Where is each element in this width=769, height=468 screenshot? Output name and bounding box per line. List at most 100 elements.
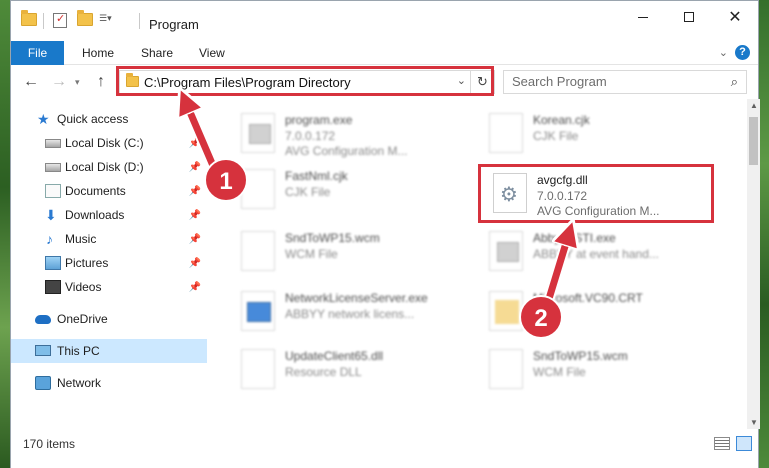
file-name: SndToWP15.wcm: [285, 231, 380, 245]
network-icon: [35, 376, 51, 390]
exe-icon: [489, 231, 523, 271]
sidebar-item-label: Videos: [65, 280, 102, 294]
sidebar-item-this-pc[interactable]: This PC: [11, 339, 207, 363]
sidebar-item-videos[interactable]: Videos 📌: [11, 275, 207, 299]
pictures-icon: [45, 256, 61, 270]
help-icon[interactable]: ?: [735, 45, 750, 60]
sidebar-item-pictures[interactable]: Pictures 📌: [11, 251, 207, 275]
vertical-scrollbar[interactable]: ▲ ▼: [747, 99, 760, 429]
pin-icon[interactable]: 📌: [189, 282, 201, 293]
pin-icon[interactable]: 📌: [189, 138, 201, 149]
file-item[interactable]: Microsoft.VC90.CRT: [489, 287, 729, 335]
sidebar-item-local-disk-c[interactable]: Local Disk (C:) 📌: [11, 131, 207, 155]
file-icon: [489, 113, 523, 153]
file-icon: [241, 349, 275, 389]
sidebar-item-onedrive[interactable]: OneDrive: [11, 307, 207, 331]
file-item[interactable]: SndToWP15.wcm WCM File: [489, 345, 729, 393]
film-strip-icon: [45, 280, 61, 294]
music-note-icon: ♪: [46, 231, 53, 247]
sidebar-item-label: This PC: [57, 344, 100, 358]
window-title: Program: [149, 17, 199, 32]
quick-access-folder-icon[interactable]: [21, 10, 37, 26]
tiles-view-icon[interactable]: [736, 436, 752, 451]
star-icon: ★: [37, 111, 50, 127]
up-arrow-icon[interactable]: ↑: [97, 73, 105, 91]
file-description: ABBYY at event hand...: [533, 247, 659, 261]
recent-locations-chevron-icon[interactable]: ▾: [75, 77, 80, 88]
sidebar-item-label: Music: [65, 232, 97, 246]
file-name: Microsoft.VC90.CRT: [533, 291, 643, 305]
file-item[interactable]: AbbyyASTI.exe ABBYY at event hand...: [489, 227, 729, 275]
sidebar-item-quick-access[interactable]: ★ Quick access: [11, 107, 207, 131]
file-name: NetworkLicenseServer.exe: [285, 291, 428, 305]
sidebar-item-network[interactable]: Network: [11, 371, 207, 395]
file-icon: [241, 169, 275, 209]
desktop-background-left: [0, 0, 10, 468]
sidebar-item-music[interactable]: ♪ Music 📌: [11, 227, 207, 251]
pin-icon[interactable]: 📌: [189, 234, 201, 245]
file-item[interactable]: SndToWP15.wcm WCM File: [241, 227, 481, 275]
back-arrow-icon[interactable]: ←: [23, 73, 39, 91]
sidebar-item-label: Quick access: [57, 112, 129, 126]
sidebar-item-local-disk-d[interactable]: Local Disk (D:) 📌: [11, 155, 207, 179]
forward-arrow-icon[interactable]: →: [51, 73, 67, 91]
address-bar-highlight: [116, 66, 494, 96]
details-view-icon[interactable]: [714, 437, 730, 450]
search-box[interactable]: ⌕: [503, 70, 747, 94]
file-name: SndToWP15.wcm: [533, 349, 628, 363]
pin-icon[interactable]: 📌: [189, 162, 201, 173]
minimize-icon: [638, 16, 648, 18]
tab-file[interactable]: File: [11, 41, 64, 65]
file-description: ABBYY network licens...: [285, 307, 415, 321]
customize-toolbar-icon[interactable]: ☰▾: [99, 13, 121, 24]
file-item[interactable]: NetworkLicenseServer.exe ABBYY network l…: [241, 287, 481, 335]
file-type: Resource DLL: [285, 365, 362, 379]
navigation-pane: ★ Quick access Local Disk (C:) 📌 Local D…: [11, 99, 207, 429]
exe-icon: [241, 113, 275, 153]
file-list: program.exe 7.0.0.172 AVG Configuration …: [207, 99, 747, 429]
expand-ribbon-icon[interactable]: ⌄: [719, 46, 728, 59]
file-name: Korean.cjk: [533, 113, 590, 127]
maximize-icon: [684, 12, 694, 22]
tab-home[interactable]: Home: [82, 41, 114, 65]
file-item[interactable]: UpdateClient65.dll Resource DLL: [241, 345, 481, 393]
sidebar-item-label: Local Disk (D:): [65, 160, 144, 174]
file-version: 7.0.0.172: [285, 129, 336, 143]
drive-icon: [45, 139, 61, 148]
file-description: AVG Configuration M...: [285, 144, 408, 158]
file-item[interactable]: Korean.cjk CJK File: [489, 109, 729, 157]
scroll-up-icon[interactable]: ▲: [750, 101, 758, 110]
tab-share[interactable]: Share: [141, 41, 173, 65]
sidebar-item-downloads[interactable]: ⬇ Downloads 📌: [11, 203, 207, 227]
file-name: UpdateClient65.dll: [285, 349, 384, 363]
pin-icon[interactable]: 📌: [189, 186, 201, 197]
close-icon: ✕: [728, 9, 742, 26]
pin-icon[interactable]: 📌: [189, 210, 201, 221]
search-input[interactable]: [512, 74, 712, 89]
sidebar-item-documents[interactable]: Documents 📌: [11, 179, 207, 203]
file-type: WCM File: [533, 365, 586, 379]
app-icon: [241, 291, 275, 331]
close-button[interactable]: ✕: [712, 1, 758, 33]
search-icon[interactable]: ⌕: [731, 74, 738, 90]
title-bar: ☰▾ Program ✕: [11, 1, 758, 41]
scrollbar-thumb[interactable]: [749, 117, 758, 165]
maximize-button[interactable]: [666, 1, 712, 33]
tab-view[interactable]: View: [199, 41, 225, 65]
documents-icon: [45, 184, 61, 198]
new-folder-icon[interactable]: [77, 10, 93, 26]
sidebar-item-label: Pictures: [65, 256, 109, 270]
file-item[interactable]: FastNml.cjk CJK File: [241, 165, 481, 213]
sidebar-item-label: OneDrive: [57, 312, 108, 326]
scroll-down-icon[interactable]: ▼: [750, 418, 758, 427]
file-name: AbbyyASTI.exe: [533, 231, 616, 245]
pin-icon[interactable]: 📌: [189, 258, 201, 269]
ribbon-tabs: File Home Share View ⌄ ?: [11, 41, 758, 65]
properties-icon[interactable]: [53, 12, 67, 28]
file-item[interactable]: program.exe 7.0.0.172 AVG Configuration …: [241, 109, 481, 158]
file-highlight: [478, 164, 714, 223]
file-icon: [489, 349, 523, 389]
toolbar-separator: [43, 13, 44, 29]
file-type: CJK File: [533, 129, 579, 143]
minimize-button[interactable]: [620, 1, 666, 33]
